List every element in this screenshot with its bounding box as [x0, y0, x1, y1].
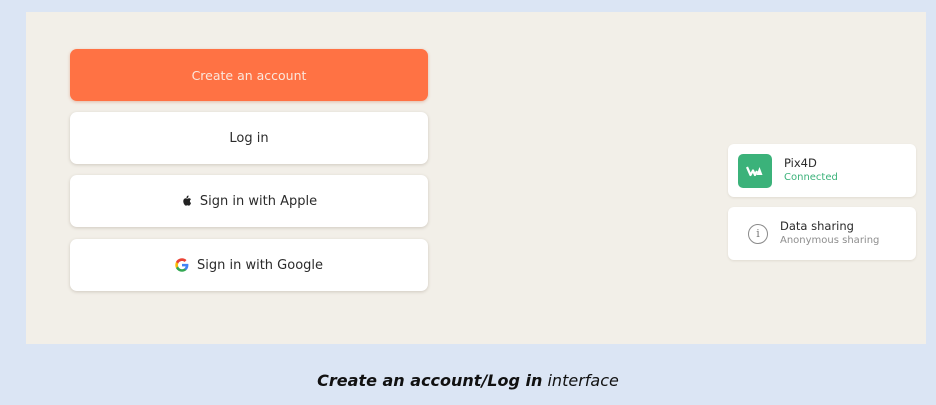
data-sharing-card[interactable]: i Data sharing Anonymous sharing — [728, 207, 916, 260]
sign-in-google-label: Sign in with Google — [196, 257, 324, 273]
app-screen: Create an account Log in Sign in with Ap… — [26, 12, 926, 344]
caption-rest: interface — [547, 371, 619, 390]
login-label: Log in — [229, 130, 269, 146]
caption-emphasis: Create an account/Log in — [317, 371, 543, 390]
pix4d-logo-icon — [738, 153, 772, 188]
data-sharing-title: Data sharing — [780, 219, 854, 233]
info-icon: i — [748, 223, 768, 244]
login-button[interactable]: Log in — [70, 112, 428, 164]
pix4d-info: Pix4D Connected — [784, 156, 838, 185]
sign-in-apple-label: Sign in with Apple — [199, 193, 318, 209]
google-icon — [175, 258, 189, 272]
apple-icon — [181, 195, 192, 207]
pix4d-integration-card[interactable]: Pix4D Connected — [728, 144, 916, 197]
sign-in-google-button[interactable]: Sign in with Google — [70, 239, 428, 291]
data-sharing-info: Data sharing Anonymous sharing — [780, 219, 879, 248]
pix4d-status: Connected — [784, 172, 838, 183]
data-sharing-subtitle: Anonymous sharing — [780, 235, 880, 246]
create-account-button[interactable]: Create an account — [70, 49, 428, 101]
pix4d-name: Pix4D — [784, 156, 817, 170]
create-account-label: Create an account — [191, 67, 307, 83]
figure-caption: Create an account/Log in interface — [0, 371, 936, 390]
sign-in-apple-button[interactable]: Sign in with Apple — [70, 175, 428, 227]
